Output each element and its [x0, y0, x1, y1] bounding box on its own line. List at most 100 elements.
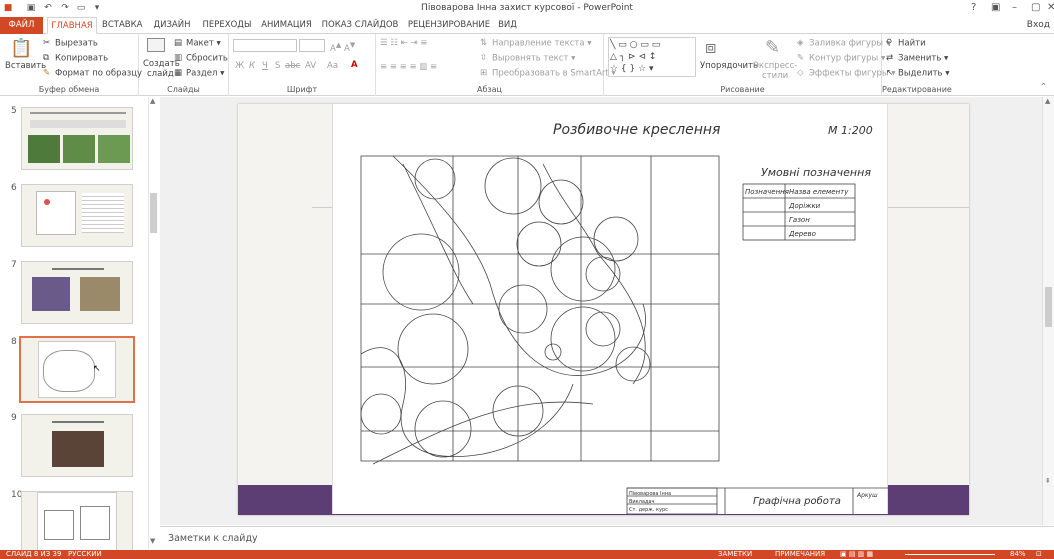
tab-slideshow[interactable]: ПОКАЗ СЛАЙДОВ: [321, 17, 399, 34]
shapes-gallery[interactable]: ╲ ▭ ○ ▭ ▭ △ ┐ ⊳ ⊲ ↕ ☆ { } ☆ ▾: [608, 37, 696, 77]
shape-outline-button[interactable]: ✎ Контур фигуры ▾: [797, 53, 885, 64]
font-color-icon[interactable]: A: [351, 60, 358, 70]
tab-home[interactable]: ГЛАВНАЯ: [47, 17, 97, 34]
comments-toggle[interactable]: ПРИМЕЧАНИЯ: [775, 550, 825, 559]
slide-thumbnail-7[interactable]: [21, 261, 133, 324]
help-button[interactable]: ?: [971, 2, 976, 13]
brush-icon: ✎: [43, 68, 51, 78]
legend-row-lawn: Газон: [789, 216, 810, 224]
text-direction-icon: ⇅: [480, 38, 488, 48]
slide-thumbnails-panel[interactable]: 5 6 7 8 ↖ 9 10: [0, 97, 150, 555]
align-text-icon: ⇳: [480, 53, 488, 63]
arrange-button[interactable]: Упорядочить: [700, 61, 758, 71]
strike-button[interactable]: abc: [285, 61, 300, 71]
window-title: Півоварова Інна захист курсової - PowerP…: [421, 3, 633, 13]
collapse-ribbon-icon[interactable]: ⌃: [1040, 82, 1047, 92]
case-button[interactable]: Aa: [327, 61, 338, 71]
tab-transitions[interactable]: ПЕРЕХОДЫ: [201, 17, 253, 34]
slide-thumbnail-8[interactable]: ↖: [19, 336, 135, 403]
align-icons[interactable]: ≡ ≡ ≡ ≡ ▥ ≡: [380, 62, 437, 72]
slide-deco-line: [888, 207, 969, 208]
slide-deco-line: [312, 207, 332, 208]
zoom-slider[interactable]: [905, 554, 995, 555]
copy-icon: ⧉: [43, 53, 50, 63]
paste-button[interactable]: Вставить: [5, 61, 46, 71]
slide-thumbnail-6[interactable]: [21, 184, 133, 247]
reset-button[interactable]: ▥ Сбросить: [174, 53, 228, 64]
section-button[interactable]: ▦ Раздел ▾: [174, 68, 224, 79]
legend-header-symbol: Позначення: [745, 188, 789, 196]
binoculars-icon: ⚲: [886, 38, 893, 48]
grow-font-icon[interactable]: A▲ A▼: [330, 40, 355, 54]
italic-button[interactable]: К: [249, 61, 255, 71]
select-button[interactable]: ↖ Выделить ▾: [886, 68, 950, 79]
outline-icon: ✎: [797, 53, 805, 63]
mouse-cursor-icon: ↖: [93, 364, 101, 374]
font-size-combo[interactable]: [299, 39, 325, 52]
cursor-icon: ↖: [886, 68, 894, 78]
sign-in-link[interactable]: Вход: [1027, 17, 1050, 34]
replace-button[interactable]: ⇄ Заменить ▾: [886, 53, 948, 64]
shape-fill-button[interactable]: ◈ Заливка фигуры ▾: [797, 38, 890, 49]
new-slide-icon[interactable]: [147, 38, 165, 52]
tab-file[interactable]: ФАЙЛ: [0, 17, 43, 34]
layout-button[interactable]: ▤ Макет ▾: [174, 38, 221, 49]
view-buttons[interactable]: ▣ ▤ ▥ ▦: [840, 550, 873, 559]
slide-thumbnail-10[interactable]: [21, 491, 133, 555]
smartart-button[interactable]: ⊞ Преобразовать в SmartArt ▾: [480, 68, 616, 79]
shape-effects-button[interactable]: ◇ Эффекты фигуры ▾: [797, 68, 896, 79]
spacing-button[interactable]: AV: [305, 61, 316, 71]
stamp-title: Графічна робота: [753, 495, 841, 507]
arrange-icon[interactable]: ⧈: [705, 37, 716, 58]
notes-toggle[interactable]: ЗАМЕТКИ: [718, 550, 752, 559]
notes-pane[interactable]: Заметки к слайду: [160, 526, 1054, 550]
paste-icon[interactable]: 📋: [10, 38, 32, 59]
drawing-picture[interactable]: Розбивочне креслення М 1:200 Умовні позн…: [332, 104, 889, 515]
legend-row-path: Доріжки: [788, 202, 821, 210]
quick-styles-button[interactable]: Экспресс-: [753, 61, 797, 71]
underline-button[interactable]: Ч: [262, 61, 268, 71]
canvas-scrollbar[interactable]: ▲ ⇞: [1042, 97, 1054, 525]
font-name-combo[interactable]: [233, 39, 297, 52]
notes-placeholder[interactable]: Заметки к слайду: [168, 533, 258, 544]
slide-counter: СЛАЙД 8 ИЗ 39: [6, 550, 62, 558]
find-button[interactable]: ⚲ Найти: [886, 38, 926, 49]
tab-insert[interactable]: ВСТАВКА: [102, 17, 142, 34]
minimize-icon[interactable]: –: [1012, 2, 1017, 13]
tab-review[interactable]: РЕЦЕНЗИРОВАНИЕ: [405, 17, 493, 34]
scissors-icon: ✂: [43, 38, 51, 48]
text-direction-button[interactable]: ⇅ Направление текста ▾: [480, 38, 592, 49]
new-slide-button-line2[interactable]: слайд: [147, 69, 174, 79]
language-indicator[interactable]: РУССКИЙ: [68, 550, 102, 559]
stamp-author: Півоварова Інна: [629, 491, 671, 497]
slide-thumbnail-5[interactable]: [21, 107, 133, 170]
layout-icon: ▤: [174, 38, 183, 48]
tab-view[interactable]: ВИД: [495, 17, 520, 34]
ribbon-display-icon[interactable]: ▣: [991, 2, 1000, 13]
effects-icon: ◇: [797, 68, 804, 78]
section-icon: ▦: [174, 68, 183, 78]
slide-thumbnail-9[interactable]: [21, 414, 133, 477]
maximize-icon[interactable]: ▢: [1031, 2, 1040, 13]
align-text-button[interactable]: ⇳ Выровнять текст ▾: [480, 53, 575, 64]
zoom-level[interactable]: 84%: [1010, 550, 1026, 559]
thumbnails-scrollbar[interactable]: ▲ ▼: [148, 97, 158, 550]
paragraph-label: Абзац: [476, 85, 502, 94]
fit-slide-icon[interactable]: ⊡: [1036, 550, 1042, 559]
cut-button[interactable]: ✂ Вырезать: [43, 38, 98, 49]
bold-button[interactable]: Ж: [235, 61, 244, 71]
close-icon[interactable]: ✕: [1047, 2, 1054, 13]
quick-styles-icon[interactable]: ✎: [765, 37, 780, 58]
copy-button[interactable]: ⧉ Копировать: [43, 53, 108, 64]
shadow-button[interactable]: S: [275, 61, 280, 71]
tab-animation[interactable]: АНИМАЦИЯ: [259, 17, 314, 34]
tab-design[interactable]: ДИЗАЙН: [151, 17, 193, 34]
quick-styles-button-line2[interactable]: стили: [762, 71, 788, 81]
bullets-icon[interactable]: ☰ ☷ ⇤ ⇥ ≡: [380, 38, 427, 48]
stamp-teacher: Викладач: [629, 499, 654, 505]
format-painter-button[interactable]: ✎ Формат по образцу: [43, 68, 142, 79]
ribbon-tabs: ФАЙЛ ГЛАВНАЯ ВСТАВКА ДИЗАЙН ПЕРЕХОДЫ АНИ…: [0, 17, 1054, 34]
editing-group: ⚲ Найти ⇄ Заменить ▾ ↖ Выделить ▾ Редактиро…: [882, 34, 952, 96]
editing-label: Редактирование: [882, 85, 952, 94]
stamp-sheet: Аркуш: [856, 492, 878, 499]
